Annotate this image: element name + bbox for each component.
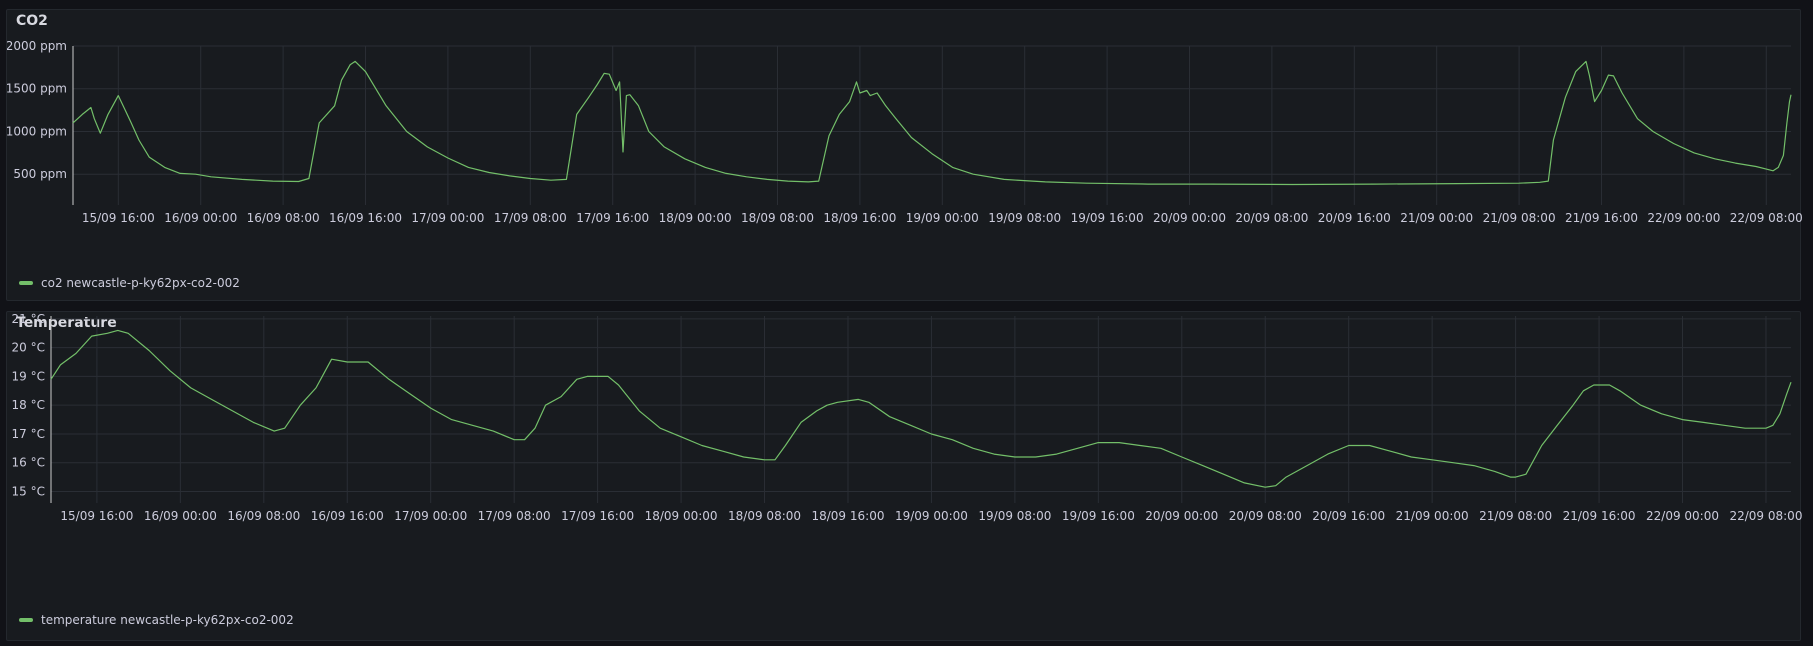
- co2-panel: CO2 500 ppm 1000 ppm 1500 ppm 2000 ppm 15/09…: [6, 9, 1802, 302]
- y-tick-label: 1000 ppm: [7, 124, 67, 138]
- x-tick-label: 22/09 08:00: [1729, 509, 1802, 523]
- x-tick-label: 17/09 08:00: [478, 509, 551, 523]
- x-tick-label: 19/09 08:00: [978, 509, 1051, 523]
- x-tick-label: 16/09 08:00: [227, 509, 300, 523]
- x-tick-label: 20/09 00:00: [1145, 509, 1218, 523]
- x-tick-label: 19/09 16:00: [1071, 211, 1144, 225]
- legend[interactable]: temperature newcastle-p-ky62px-co2-002: [19, 613, 294, 627]
- x-tick-label: 21/09 08:00: [1479, 509, 1552, 523]
- x-tick-label: 22/09 00:00: [1646, 509, 1719, 523]
- x-tick-label: 18/09 00:00: [645, 509, 718, 523]
- x-tick-label: 21/09 16:00: [1565, 211, 1638, 225]
- x-tick-label: 19/09 08:00: [988, 211, 1061, 225]
- x-tick-label: 20/09 16:00: [1312, 509, 1385, 523]
- legend-label[interactable]: co2 newcastle-p-ky62px-co2-002: [41, 276, 240, 290]
- x-tick-label: 18/09 16:00: [823, 211, 896, 225]
- y-tick-label: 21 °C: [12, 312, 45, 326]
- x-tick-label: 17/09 08:00: [494, 211, 567, 225]
- legend-swatch: [19, 281, 33, 285]
- x-tick-label: 16/09 00:00: [164, 211, 237, 225]
- x-tick-label: 20/09 00:00: [1153, 211, 1226, 225]
- x-tick-label: 19/09 00:00: [895, 509, 968, 523]
- x-tick-label: 22/09 08:00: [1730, 211, 1802, 225]
- x-tick-label: 18/09 08:00: [728, 509, 801, 523]
- y-tick-label: 1500 ppm: [7, 82, 67, 96]
- series-line: [72, 60, 1792, 186]
- x-tick-label: 21/09 00:00: [1400, 211, 1473, 225]
- x-tick-label: 21/09 08:00: [1483, 211, 1556, 225]
- x-tick-label: 15/09 16:00: [82, 211, 155, 225]
- x-tick-label: 21/09 16:00: [1563, 509, 1636, 523]
- x-tick-label: 18/09 08:00: [741, 211, 814, 225]
- y-tick-label: 20 °C: [12, 341, 45, 355]
- legend[interactable]: co2 newcastle-p-ky62px-co2-002: [19, 276, 240, 290]
- temperature-panel: Temperature 15 °C 16 °C 17 °C 18 °C 19 °C 20 …: [6, 311, 1802, 642]
- x-tick-label: 20/09 08:00: [1229, 509, 1302, 523]
- series-line: [50, 329, 1792, 488]
- y-tick-label: 17 °C: [12, 427, 45, 441]
- y-tick-label: 15 °C: [12, 484, 45, 498]
- legend-swatch: [19, 618, 33, 622]
- x-tick-label: 19/09 16:00: [1062, 509, 1135, 523]
- temperature-chart[interactable]: 15 °C 16 °C 17 °C 18 °C 19 °C 20 °C 21 °C 15/09…: [7, 312, 1802, 642]
- x-tick-label: 22/09 00:00: [1647, 211, 1720, 225]
- x-tick-label: 20/09 08:00: [1235, 211, 1308, 225]
- x-tick-label: 17/09 16:00: [576, 211, 649, 225]
- x-tick-label: 17/09 00:00: [394, 509, 467, 523]
- y-tick-label: 19 °C: [12, 369, 45, 383]
- y-tick-label: 18 °C: [12, 398, 45, 412]
- y-tick-label: 2000 ppm: [7, 39, 67, 53]
- x-tick-label: 18/09 16:00: [811, 509, 884, 523]
- y-tick-label: 16 °C: [12, 456, 45, 470]
- x-tick-label: 20/09 16:00: [1318, 211, 1391, 225]
- x-tick-label: 21/09 00:00: [1396, 509, 1469, 523]
- x-tick-label: 16/09 16:00: [311, 509, 384, 523]
- x-tick-label: 19/09 00:00: [906, 211, 979, 225]
- x-tick-label: 17/09 00:00: [411, 211, 484, 225]
- x-tick-label: 16/09 16:00: [329, 211, 402, 225]
- x-tick-label: 16/09 08:00: [247, 211, 320, 225]
- x-tick-label: 15/09 16:00: [60, 509, 133, 523]
- x-tick-label: 16/09 00:00: [144, 509, 217, 523]
- x-tick-label: 18/09 00:00: [659, 211, 732, 225]
- co2-chart[interactable]: 500 ppm 1000 ppm 1500 ppm 2000 ppm 15/09 16:…: [7, 10, 1802, 302]
- y-tick-label: 500 ppm: [13, 167, 67, 181]
- legend-label[interactable]: temperature newcastle-p-ky62px-co2-002: [41, 613, 294, 627]
- x-tick-label: 17/09 16:00: [561, 509, 634, 523]
